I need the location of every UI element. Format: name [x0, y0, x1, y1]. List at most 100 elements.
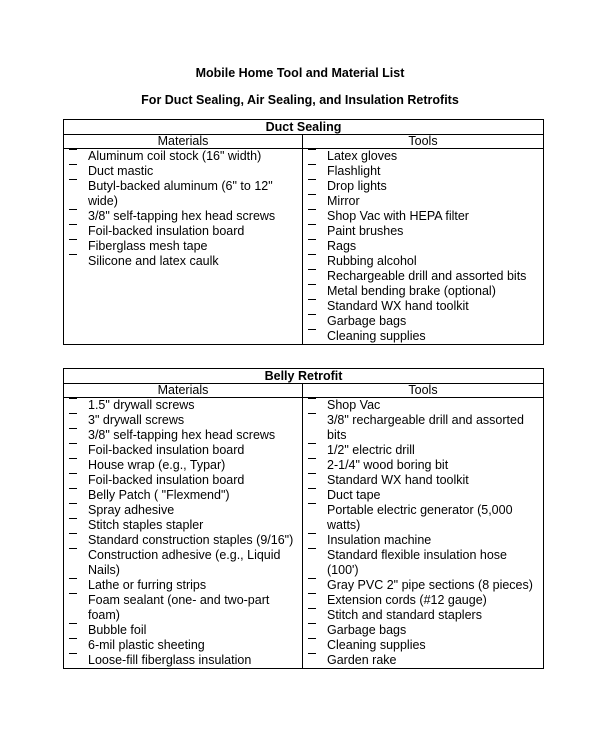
- dash-bullet-icon: [308, 533, 316, 534]
- list-item-text: 3/8" rechargeable drill and assorted bit…: [327, 413, 524, 442]
- dash-bullet-icon: [69, 533, 77, 534]
- list-item: Duct tape: [303, 488, 543, 503]
- list-item: Duct mastic: [64, 164, 302, 179]
- dash-bullet-icon: [308, 608, 316, 609]
- tools-column-header: Tools: [301, 383, 545, 398]
- list-item-text: Duct tape: [327, 488, 381, 502]
- list-item-text: Extension cords (#12 gauge): [327, 593, 487, 607]
- dash-bullet-icon: [308, 254, 316, 255]
- list-item: Lathe or furring strips: [64, 578, 302, 593]
- list-item: Aluminum coil stock (16" width): [64, 149, 302, 164]
- list-item-text: Standard WX hand toolkit: [327, 299, 469, 313]
- document-title: Mobile Home Tool and Material List: [195, 66, 405, 80]
- dash-bullet-icon: [69, 593, 77, 594]
- dash-bullet-icon: [308, 179, 316, 180]
- duct-sealing-table: Duct Sealing Materials Tools Aluminum co…: [63, 119, 544, 345]
- list-item-text: Bubble foil: [88, 623, 147, 637]
- list-item: 1/2" electric drill: [303, 443, 543, 458]
- list-item-text: Insulation machine: [327, 533, 432, 547]
- list-item: Shop Vac with HEPA filter: [303, 209, 543, 224]
- belly-retrofit-table: Belly Retrofit Materials Tools 1.5" dryw…: [62, 368, 545, 669]
- list-item-text: Drop lights: [327, 179, 387, 193]
- dash-bullet-icon: [308, 473, 316, 474]
- list-item: 3/8" rechargeable drill and assorted bit…: [303, 413, 543, 443]
- list-item-text: Flashlight: [327, 164, 381, 178]
- dash-bullet-icon: [69, 548, 77, 549]
- list-item-text: Cleaning supplies: [327, 329, 426, 343]
- dash-bullet-icon: [69, 164, 77, 165]
- list-item-text: Portable electric generator (5,000 watts…: [327, 503, 513, 532]
- list-item-text: Gray PVC 2" pipe sections (8 pieces): [327, 578, 533, 592]
- list-item-text: Garbage bags: [327, 314, 407, 328]
- list-item: Flashlight: [303, 164, 543, 179]
- dash-bullet-icon: [308, 329, 316, 330]
- list-item: Fiberglass mesh tape: [64, 239, 302, 254]
- tools-cell[interactable]: Latex gloves Flashlight Drop lights Mirror S…: [302, 148, 544, 345]
- list-item: 3/8" self-tapping hex head screws: [64, 209, 302, 224]
- dash-bullet-icon: [308, 503, 316, 504]
- list-item: Foil-backed insulation board: [64, 224, 302, 239]
- materials-column-header: Materials: [63, 383, 303, 398]
- dash-bullet-icon: [308, 458, 316, 459]
- dash-bullet-icon: [69, 503, 77, 504]
- list-item-text: Lathe or furring strips: [88, 578, 207, 592]
- dash-bullet-icon: [308, 149, 316, 150]
- materials-list: Aluminum coil stock (16" width) Duct mast…: [64, 149, 302, 269]
- list-item: Metal bending brake (optional): [303, 284, 543, 299]
- dash-bullet-icon: [69, 623, 77, 624]
- dash-bullet-icon: [69, 254, 77, 255]
- dash-bullet-icon: [308, 314, 316, 315]
- dash-bullet-icon: [69, 428, 77, 429]
- list-item-text: Shop Vac with HEPA filter: [327, 209, 469, 223]
- materials-cell[interactable]: 1.5" drywall screws 3" drywall screws 3/8"…: [63, 397, 303, 669]
- list-item-text: Garbage bags: [327, 623, 407, 637]
- tools-list: Shop Vac 3/8" rechargeable drill and asso…: [303, 398, 543, 668]
- list-item-text: Construction adhesive (e.g., Liquid Nail…: [88, 548, 281, 577]
- list-item-text: Foam sealant (one- and two-part foam): [88, 593, 270, 622]
- list-item: Loose-fill fiberglass insulation: [64, 653, 302, 668]
- dash-bullet-icon: [308, 398, 316, 399]
- dash-bullet-icon: [69, 413, 77, 414]
- list-item-text: 3/8" self-tapping hex head screws: [88, 428, 276, 442]
- list-item: 3" drywall screws: [64, 413, 302, 428]
- list-item-text: Butyl-backed aluminum (6" to 12" wide): [88, 179, 273, 208]
- list-item: 2-1/4" wood boring bit: [303, 458, 543, 473]
- dash-bullet-icon: [308, 299, 316, 300]
- list-item-text: 6-mil plastic sheeting: [88, 638, 205, 652]
- list-item: Standard construction staples (9/16"): [64, 533, 302, 548]
- dash-bullet-icon: [308, 284, 316, 285]
- list-item-text: Stitch and standard staplers: [327, 608, 482, 622]
- dash-bullet-icon: [308, 269, 316, 270]
- list-item-text: Foil-backed insulation board: [88, 224, 245, 238]
- dash-bullet-icon: [308, 224, 316, 225]
- list-item: Bubble foil: [64, 623, 302, 638]
- tools-cell[interactable]: Shop Vac 3/8" rechargeable drill and asso…: [301, 397, 545, 669]
- list-item-text: 1/2" electric drill: [327, 443, 415, 457]
- list-item-text: Stitch staples stapler: [88, 518, 204, 532]
- list-item-text: Foil-backed insulation board: [88, 473, 245, 487]
- dash-bullet-icon: [69, 473, 77, 474]
- list-item-text: Foil-backed insulation board: [88, 443, 245, 457]
- dash-bullet-icon: [308, 164, 316, 165]
- materials-cell[interactable]: Aluminum coil stock (16" width) Duct mast…: [63, 148, 303, 345]
- list-item-text: 3" drywall screws: [88, 413, 185, 427]
- list-item: 3/8" self-tapping hex head screws: [64, 428, 302, 443]
- list-item: Paint brushes: [303, 224, 543, 239]
- list-item: Belly Patch ( "Flexmend"): [64, 488, 302, 503]
- list-item: Garden rake: [303, 653, 543, 668]
- dash-bullet-icon: [308, 548, 316, 549]
- dash-bullet-icon: [308, 209, 316, 210]
- list-item: Insulation machine: [303, 533, 543, 548]
- list-item-text: Shop Vac: [327, 398, 381, 412]
- dash-bullet-icon: [308, 488, 316, 489]
- list-item: Cleaning supplies: [303, 638, 543, 653]
- list-item: Construction adhesive (e.g., Liquid Nail…: [64, 548, 302, 578]
- list-item: Standard WX hand toolkit: [303, 473, 543, 488]
- tools-list: Latex gloves Flashlight Drop lights Mirror S…: [303, 149, 543, 344]
- list-item: Rechargeable drill and assorted bits: [303, 269, 543, 284]
- list-item: Garbage bags: [303, 314, 543, 329]
- dash-bullet-icon: [69, 179, 77, 180]
- list-item-text: Fiberglass mesh tape: [88, 239, 208, 253]
- list-item-text: Rubbing alcohol: [327, 254, 417, 268]
- list-item-text: Loose-fill fiberglass insulation: [88, 653, 252, 667]
